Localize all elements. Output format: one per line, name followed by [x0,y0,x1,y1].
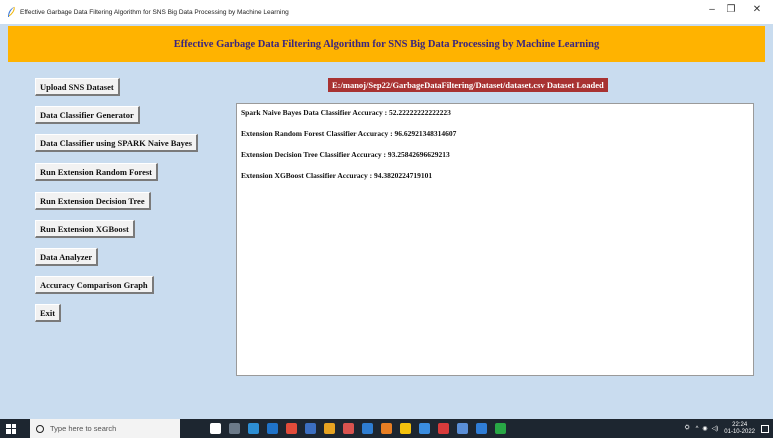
app-icon-orange[interactable] [343,423,354,434]
window-titlebar: Effective Garbage Data Filtering Algorit… [0,0,773,24]
powerpoint-icon[interactable] [438,423,449,434]
windows-start-icon[interactable] [6,423,16,434]
app-icon-red[interactable] [286,423,297,434]
people-icon[interactable] [248,423,259,434]
word-icon[interactable] [457,423,468,434]
output-text-area[interactable]: Spark Naive Bayes Data Classifier Accura… [236,103,754,376]
people-tray-icon[interactable]: ⛭ [685,425,690,432]
exit-button[interactable]: Exit [35,304,62,322]
app-header-banner: Effective Garbage Data Filtering Algorit… [8,26,765,62]
feather-icon [8,6,15,17]
edge-browser-icon[interactable] [267,423,278,434]
accuracy-comparison-graph-button[interactable]: Accuracy Comparison Graph [35,276,154,294]
firefox-icon[interactable] [381,423,392,434]
close-button[interactable]: ✕ [748,4,766,15]
output-line: Extension XGBoost Classifier Accuracy : … [241,171,433,180]
xgboost-button[interactable]: Run Extension XGBoost [35,220,135,238]
cortana-mic-icon[interactable] [210,423,221,434]
file-explorer-icon[interactable] [324,423,335,434]
data-analyzer-button[interactable]: Data Analyzer [35,248,99,266]
taskbar-search-placeholder: Type here to search [50,424,117,433]
network-icon[interactable]: ◉ [702,425,707,432]
minimize-button[interactable]: – [703,4,721,15]
output-line: Extension Random Forest Classifier Accur… [241,129,457,138]
spark-naive-bayes-button[interactable]: Data Classifier using SPARK Naive Bayes [35,134,198,152]
outlook-icon[interactable] [419,423,430,434]
output-line: Spark Naive Bayes Data Classifier Accura… [241,108,451,117]
output-line: Extension Decision Tree Classifier Accur… [241,150,450,159]
clock-time: 22:24 [732,421,748,428]
upload-dataset-button[interactable]: Upload SNS Dataset [35,78,120,96]
taskbar: Type here to search ⛭ ^ ◉ ◁) 22:24 01-10… [0,419,773,438]
app-icon-blue[interactable] [362,423,373,434]
app-header-title: Effective Garbage Data Filtering Algorit… [173,38,600,50]
volume-icon[interactable]: ◁) [712,425,719,432]
tray-clock[interactable]: 22:24 01-10-2022 [724,422,755,436]
taskbar-search-input[interactable]: Type here to search [30,419,180,438]
search-icon [36,424,44,433]
system-tray: ⛭ ^ ◉ ◁) 22:24 01-10-2022 [685,419,769,438]
app-icon-green[interactable] [495,423,506,434]
decision-tree-button[interactable]: Run Extension Decision Tree [35,192,151,210]
clock-date: 01-10-2022 [724,428,755,435]
chevron-up-icon[interactable]: ^ [696,426,699,432]
notification-icon[interactable] [761,424,769,433]
random-forest-button[interactable]: Run Extension Random Forest [35,163,159,181]
task-view-icon[interactable] [229,423,240,434]
settings-app-icon[interactable] [476,423,487,434]
chrome-icon[interactable] [400,423,411,434]
data-classifier-generator-button[interactable]: Data Classifier Generator [35,106,140,124]
window-title: Effective Garbage Data Filtering Algorit… [20,8,289,16]
store-icon[interactable] [305,423,316,434]
dataset-status-label: E:/manoj/Sep22/GarbageDataFiltering/Data… [328,78,608,92]
maximize-button[interactable]: ❐ [722,4,740,15]
